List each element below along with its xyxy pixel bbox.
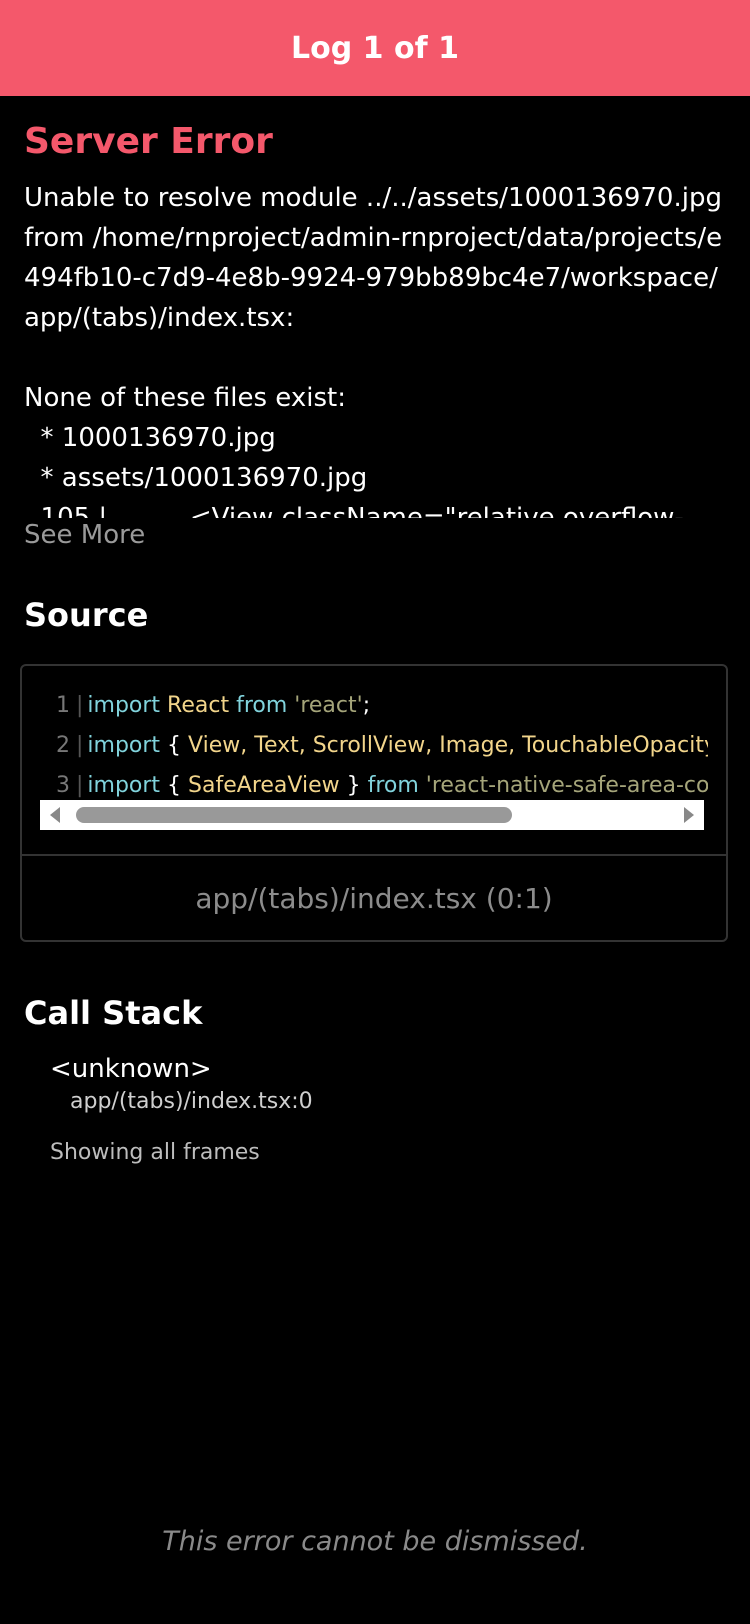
error-title: Server Error (24, 121, 273, 162)
call-stack-title: Call Stack (24, 994, 203, 1032)
horizontal-scrollbar[interactable] (40, 800, 704, 830)
scroll-left-arrow-icon[interactable] (50, 807, 60, 823)
source-file-location[interactable]: app/(tabs)/index.tsx (0:1) (22, 856, 726, 942)
code-token: from (236, 693, 288, 718)
code-lines: 1 | import React from 'react'; 2 | import { V… (40, 686, 708, 806)
code-token: View, Text, ScrollView, Image, Touchable… (188, 733, 708, 758)
source-code-panel[interactable]: 1 | import React from 'react'; 2 | import { V… (20, 664, 728, 942)
line-gutter: | (76, 733, 84, 758)
line-number: 1 (56, 693, 70, 718)
line-gutter: | (76, 773, 84, 798)
code-token: ; (362, 693, 371, 718)
code-token: React (160, 693, 237, 718)
code-token: import (87, 733, 161, 758)
log-counter-title: Log 1 of 1 (291, 30, 459, 66)
code-token: } (339, 773, 368, 798)
showing-frames-toggle[interactable]: Showing all frames (50, 1140, 726, 1165)
see-more-link[interactable]: See More (24, 518, 726, 552)
log-header: Log 1 of 1 (0, 0, 750, 96)
scrollbar-thumb[interactable] (76, 807, 512, 823)
code-line: 1 | import React from 'react'; (40, 686, 708, 726)
code-token: { (160, 733, 189, 758)
error-message: Unable to resolve module ../../assets/10… (24, 183, 723, 518)
code-token: { (160, 773, 189, 798)
code-line: 2 | import { View, Text, ScrollView, Image… (40, 726, 708, 766)
code-token: SafeAreaView (188, 773, 340, 798)
code-token: import (87, 693, 161, 718)
stack-frame-location: app/(tabs)/index.tsx:0 (70, 1089, 313, 1114)
code-token: import (87, 773, 161, 798)
line-gutter: | (76, 693, 84, 718)
stack-frame-name: <unknown> (50, 1054, 212, 1084)
code-token: 'react' (287, 693, 363, 718)
code-token: from (367, 773, 419, 798)
error-content: Server Error Unable to resolve module ..… (20, 96, 728, 1165)
code-token: 'react-native-safe-area-context' (425, 773, 708, 798)
scroll-right-arrow-icon[interactable] (684, 807, 694, 823)
source-section-title: Source (24, 596, 149, 634)
stack-frame[interactable]: <unknown> app/(tabs)/index.tsx:0 (50, 1052, 726, 1118)
dismiss-notice: This error cannot be dismissed. (162, 1526, 588, 1557)
line-number: 2 (56, 733, 70, 758)
